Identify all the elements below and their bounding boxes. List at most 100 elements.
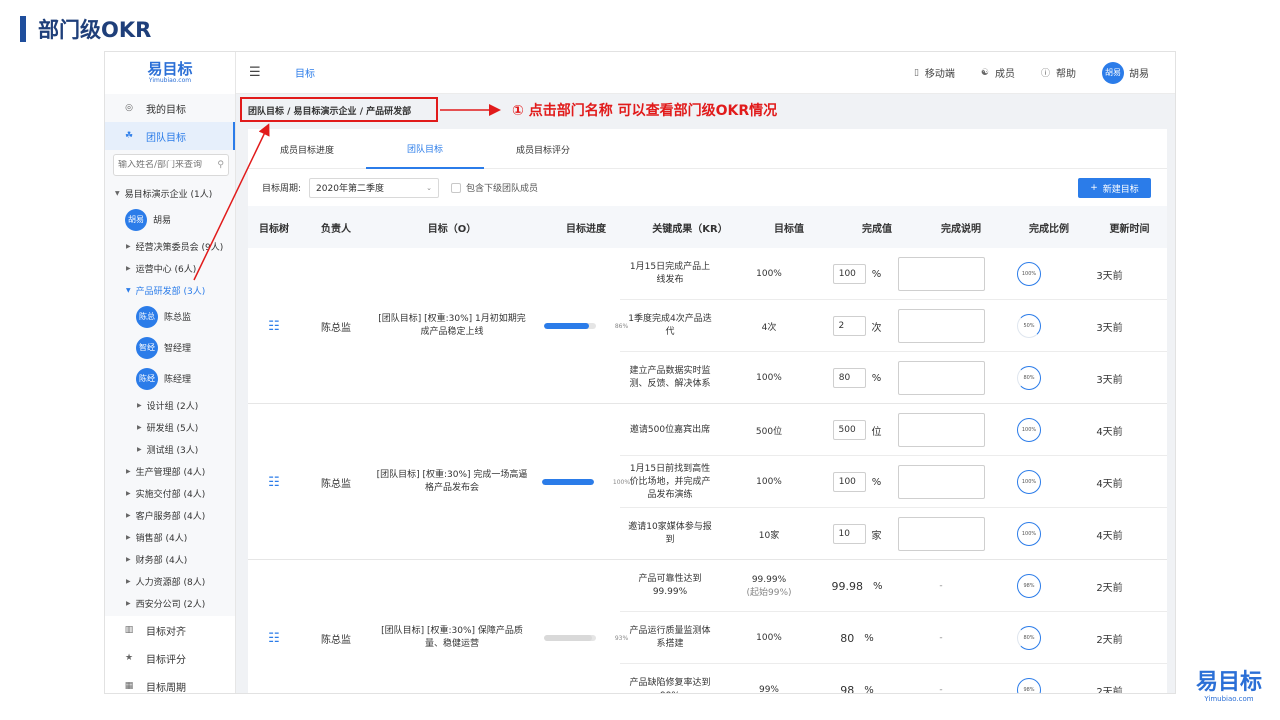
tree-node[interactable]: ▶ 测试组 (3人) [105, 438, 235, 460]
tree-icon[interactable]: ☷ [268, 475, 280, 490]
tree-node[interactable]: ▶ 研发组 (5人) [105, 416, 235, 438]
kr-note-textarea[interactable] [897, 465, 985, 499]
tree-node[interactable]: ▶ 财务部 (4人) [105, 548, 235, 570]
caret-right-icon[interactable]: ▶ [126, 468, 131, 475]
table-header: 目标树 负责人 目标（O） 目标进度 关键成果（KR） 目标值 完成值 完成说明 完成比例 更新时… [248, 206, 1167, 248]
bottom-nav-item[interactable]: ▦ 目标周期 [105, 672, 235, 693]
caret-right-icon[interactable]: ▶ [126, 600, 131, 607]
tree-node[interactable]: ▶ 人力资源部 (8人) [105, 570, 235, 592]
kr-note: - [896, 612, 986, 664]
objective-title[interactable]: [团队目标] [权重:30%] 1月初如期完成产品稳定上线 [376, 248, 528, 404]
mobile-link[interactable]: ▯ 移动端 [914, 65, 955, 81]
tab-0[interactable]: 成员目标进度 [248, 129, 366, 169]
caret-right-icon[interactable]: ▶ [126, 556, 131, 563]
kr-title[interactable]: 1月15日完成产品上线发布 [620, 248, 720, 300]
objective-tree-cell: ☷ [248, 248, 300, 404]
caret-right-icon[interactable]: ▶ [137, 446, 142, 453]
kr-note-textarea[interactable] [897, 309, 985, 343]
column-header[interactable]: 完成比例 [1006, 220, 1092, 235]
kr-done-input[interactable]: 80 [832, 368, 866, 388]
tree-icon[interactable]: ☷ [268, 631, 280, 646]
checkbox-box[interactable] [451, 182, 462, 193]
logo[interactable]: 易目标 Yimubiao.com [105, 52, 235, 94]
tree-node[interactable]: ▶ 实施交付部 (4人) [105, 482, 235, 504]
column-header[interactable]: 目标树 [248, 220, 300, 235]
objective-title[interactable]: [团队目标] [权重:30%] 保障产品质量、稳健运营 [376, 560, 528, 693]
kr-title[interactable]: 产品可靠性达到99.99% [620, 560, 720, 612]
column-header[interactable]: 关键成果（KR） [640, 220, 740, 235]
new-objective-button[interactable]: + 新建目标 [1078, 178, 1151, 198]
bottom-nav-item[interactable]: ▥ 目标对齐 [105, 616, 235, 644]
kr-title[interactable]: 1季度完成4次产品迭代 [620, 300, 720, 352]
user-menu[interactable]: 胡易 胡易 [1102, 61, 1149, 84]
search-icon[interactable]: ⚲ [217, 160, 224, 170]
caret-right-icon[interactable]: ▶ [126, 265, 131, 272]
hamburger-menu-icon[interactable]: ☰ [249, 65, 263, 80]
kr-title[interactable]: 邀请500位嘉宾出席 [620, 404, 720, 456]
caret-down-icon[interactable]: ▼ [126, 287, 131, 294]
include-sub-checkbox[interactable]: 包含下级团队成员 [451, 181, 538, 194]
tree-node[interactable]: ▶ 运营中心 (6人) [105, 257, 235, 279]
ratio-ring: 100% [1017, 262, 1041, 286]
kr-note-textarea[interactable] [897, 257, 985, 291]
kr-title[interactable]: 建立产品数据实时监测、反馈、解决体系 [620, 352, 720, 404]
column-header[interactable]: 更新时间 [1092, 220, 1167, 235]
kr-title[interactable]: 产品缺陷修复率达到99% [620, 664, 720, 693]
tree-node[interactable]: ▶ 设计组 (2人) [105, 394, 235, 416]
tree-node[interactable]: ▶ 客户服务部 (4人) [105, 504, 235, 526]
tree-node[interactable]: ▶ 经营决策委员会 (9人) [105, 235, 235, 257]
column-header[interactable]: 完成值 [838, 220, 916, 235]
kr-done-input[interactable]: 500 [832, 420, 866, 440]
help-link[interactable]: ⓘ 帮助 [1041, 65, 1076, 80]
nav-item-1[interactable]: ☘ 团队目标 [105, 122, 235, 150]
avatar: 胡易 [125, 208, 147, 231]
kr-title[interactable]: 1月15日前找到高性价比场地，并完成产品发布演练 [620, 456, 720, 508]
caret-right-icon[interactable]: ▶ [126, 512, 131, 519]
tree-node[interactable]: ▼ 产品研发部 (3人) [105, 279, 235, 301]
tree-node[interactable]: ▶ 销售部 (4人) [105, 526, 235, 548]
kr-note-textarea[interactable] [897, 361, 985, 395]
kr-title[interactable]: 产品运行质量监测体系搭建 [620, 612, 720, 664]
kr-title[interactable]: 邀请10家媒体参与报到 [620, 508, 720, 560]
column-header[interactable]: 目标值 [740, 220, 838, 235]
bottom-nav-item[interactable]: ★ 目标评分 [105, 644, 235, 672]
tab-1[interactable]: 团队目标 [366, 129, 484, 169]
tree-node-label: 客户服务部 (4人) [135, 511, 206, 522]
members-link[interactable]: ☯ 成员 [981, 65, 1015, 81]
caret-down-icon[interactable]: ▼ [115, 190, 120, 197]
column-header[interactable]: 目标（O） [372, 220, 532, 235]
tree-node[interactable]: ▶ 生产管理部 (4人) [105, 460, 235, 482]
caret-right-icon[interactable]: ▶ [137, 402, 142, 409]
tree-person[interactable]: 胡易 胡易 [105, 204, 235, 235]
column-header[interactable]: 负责人 [300, 220, 372, 235]
tree-node[interactable]: ▶ 西安分公司 (2人) [105, 592, 235, 614]
annotation-text: ① 点击部门名称 可以查看部门级OKR情况 [512, 103, 778, 119]
kr-done-input[interactable]: 10 [832, 524, 866, 544]
tab-2[interactable]: 成员目标评分 [484, 129, 602, 169]
kr-target-value: 100% [756, 373, 782, 383]
tree-person[interactable]: 陈经 陈经理 [105, 363, 235, 394]
tree-person[interactable]: 智经 智经理 [105, 332, 235, 363]
caret-right-icon[interactable]: ▶ [126, 534, 131, 541]
period-select[interactable]: 2020年第二季度 ⌄ [309, 177, 440, 198]
search-input[interactable] [118, 160, 214, 170]
tree-node[interactable]: ▼ 易目标演示企业 (1人) [105, 182, 235, 204]
sidebar-search[interactable]: ⚲ [113, 154, 229, 176]
chevron-down-icon: ⌄ [426, 183, 433, 192]
caret-right-icon[interactable]: ▶ [137, 424, 142, 431]
top-bar-title[interactable]: 目标 [295, 65, 315, 80]
objective-title[interactable]: [团队目标] [权重:30%] 完成一场高逼格产品发布会 [376, 404, 528, 560]
tree-person[interactable]: 陈总 陈总监 [105, 301, 235, 332]
caret-right-icon[interactable]: ▶ [126, 490, 131, 497]
kr-done-input[interactable]: 100 [832, 472, 866, 492]
kr-note-textarea[interactable] [897, 413, 985, 447]
kr-done-input[interactable]: 100 [832, 264, 866, 284]
column-header[interactable]: 目标进度 [532, 220, 640, 235]
caret-right-icon[interactable]: ▶ [126, 243, 131, 250]
tree-icon[interactable]: ☷ [268, 319, 280, 334]
kr-done-input[interactable]: 2 [832, 316, 866, 336]
kr-note-textarea[interactable] [897, 517, 985, 551]
column-header[interactable]: 完成说明 [916, 220, 1006, 235]
caret-right-icon[interactable]: ▶ [126, 578, 131, 585]
nav-item-0[interactable]: ◎ 我的目标 [105, 94, 235, 122]
